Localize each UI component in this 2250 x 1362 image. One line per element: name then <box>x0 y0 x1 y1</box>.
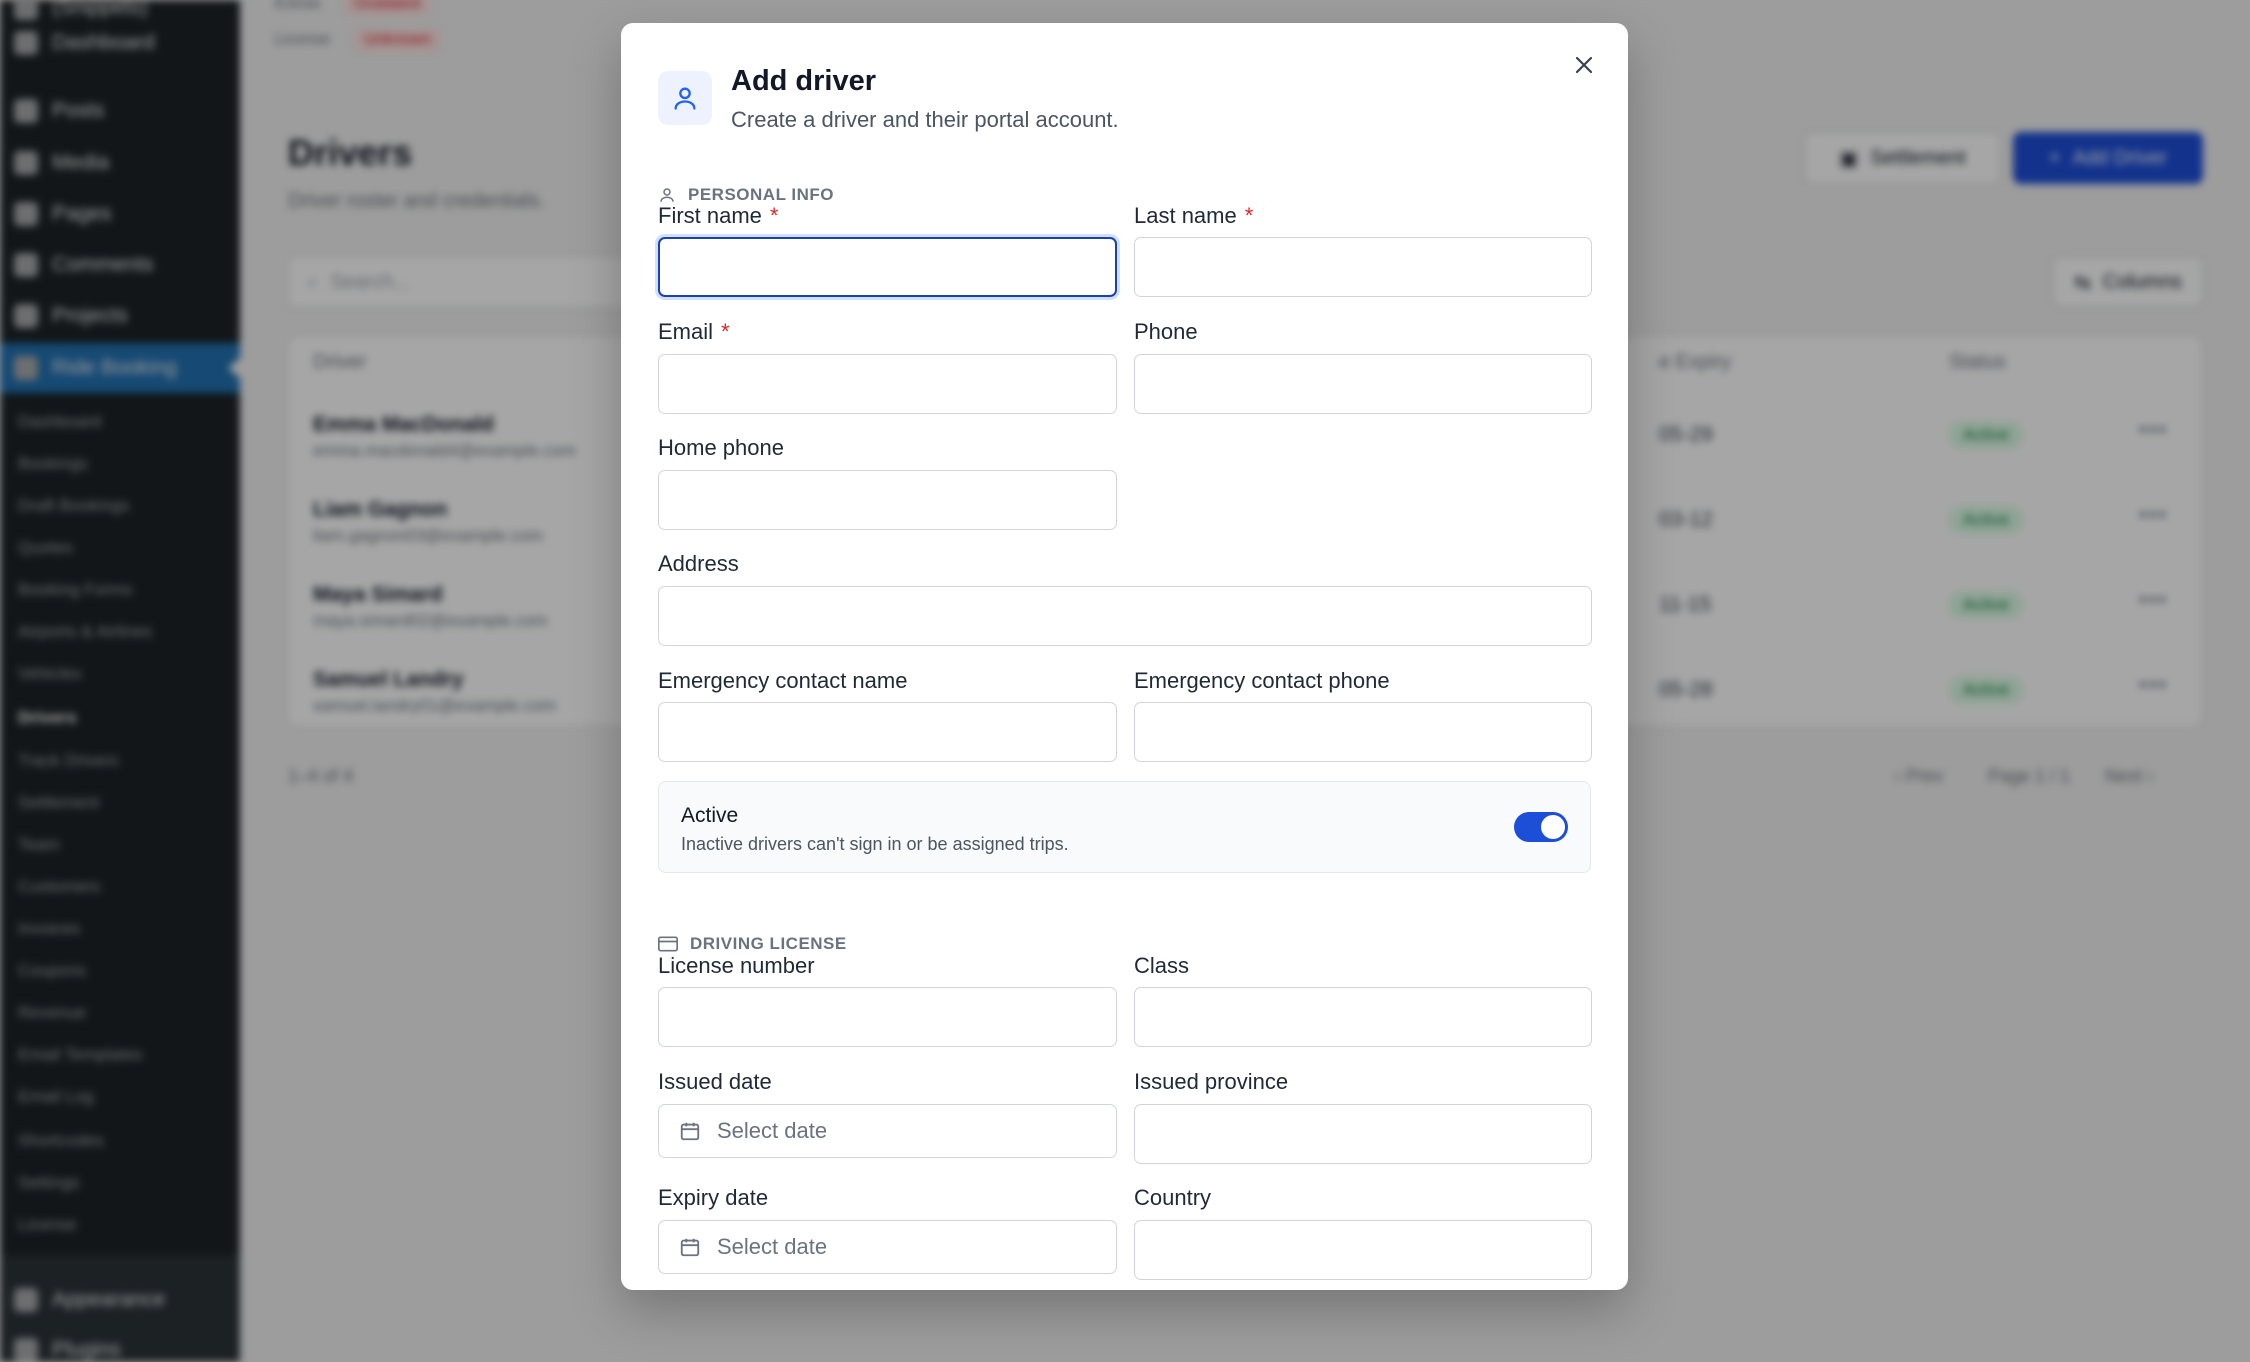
required-mark: * <box>769 203 779 228</box>
expiry-date-label: Expiry date <box>658 1185 769 1210</box>
address-field[interactable] <box>658 586 1592 646</box>
phone-field[interactable] <box>1134 354 1592 414</box>
toggle-knob <box>1541 815 1565 839</box>
active-title: Active <box>681 804 739 827</box>
issued-province-label: Issued province <box>1134 1069 1289 1094</box>
active-toggle[interactable] <box>1514 812 1568 842</box>
home-phone-label: Home phone <box>658 435 784 460</box>
issued-date-picker[interactable]: Select date <box>658 1104 1117 1158</box>
close-button[interactable] <box>1568 49 1600 81</box>
class-label: Class <box>1134 953 1190 978</box>
emergency-name-field[interactable] <box>658 702 1117 762</box>
email-label: Email * <box>658 319 730 345</box>
issued-province-field[interactable] <box>1134 1104 1592 1164</box>
required-mark: * <box>1244 203 1254 228</box>
active-toggle-card: Active Inactive drivers can't sign in or… <box>658 781 1591 873</box>
email-field[interactable] <box>658 354 1117 414</box>
header-user-badge <box>658 71 712 125</box>
home-phone-field[interactable] <box>658 470 1117 530</box>
calendar-icon <box>680 1122 700 1141</box>
last-name-label: Last name * <box>1134 203 1253 229</box>
phone-label: Phone <box>1134 319 1198 344</box>
close-icon <box>1575 56 1593 74</box>
section-label: PERSONAL INFO <box>688 185 834 204</box>
dialog-title: Add driver <box>731 65 877 97</box>
class-field[interactable] <box>1134 987 1592 1047</box>
required-mark: * <box>721 319 730 344</box>
dialog-description: Create a driver and their portal account… <box>731 107 1119 132</box>
emergency-phone-label: Emergency contact phone <box>1134 668 1390 693</box>
add-driver-dialog: Add driver Create a driver and their por… <box>621 23 1628 1290</box>
label-text: Last name <box>1134 203 1237 228</box>
first-name-input[interactable] <box>658 237 1117 297</box>
section-personal-info: PERSONAL INFO <box>658 185 834 205</box>
section-label: DRIVING LICENSE <box>690 934 847 953</box>
credit-card-icon <box>658 936 678 952</box>
date-placeholder: Select date <box>717 1118 828 1143</box>
user-icon <box>674 87 696 110</box>
license-number-label: License number <box>658 953 815 978</box>
address-label: Address <box>658 551 739 576</box>
label-text: Email <box>658 319 714 344</box>
last-name-input[interactable] <box>1134 237 1592 297</box>
country-field[interactable] <box>1134 1220 1592 1280</box>
first-name-label: First name * <box>658 203 778 229</box>
expiry-date-picker[interactable]: Select date <box>658 1220 1117 1274</box>
issued-date-label: Issued date <box>658 1069 772 1094</box>
emergency-name-label: Emergency contact name <box>658 668 908 693</box>
calendar-icon <box>680 1238 700 1257</box>
country-label: Country <box>1134 1185 1212 1210</box>
active-description: Inactive drivers can't sign in or be ass… <box>681 834 1069 854</box>
emergency-phone-field[interactable] <box>1134 702 1592 762</box>
section-driving-license: DRIVING LICENSE <box>658 934 847 954</box>
user-outline-icon <box>660 188 674 202</box>
label-text: First name <box>658 203 762 228</box>
license-number-field[interactable] <box>658 987 1117 1047</box>
date-placeholder: Select date <box>717 1234 828 1259</box>
